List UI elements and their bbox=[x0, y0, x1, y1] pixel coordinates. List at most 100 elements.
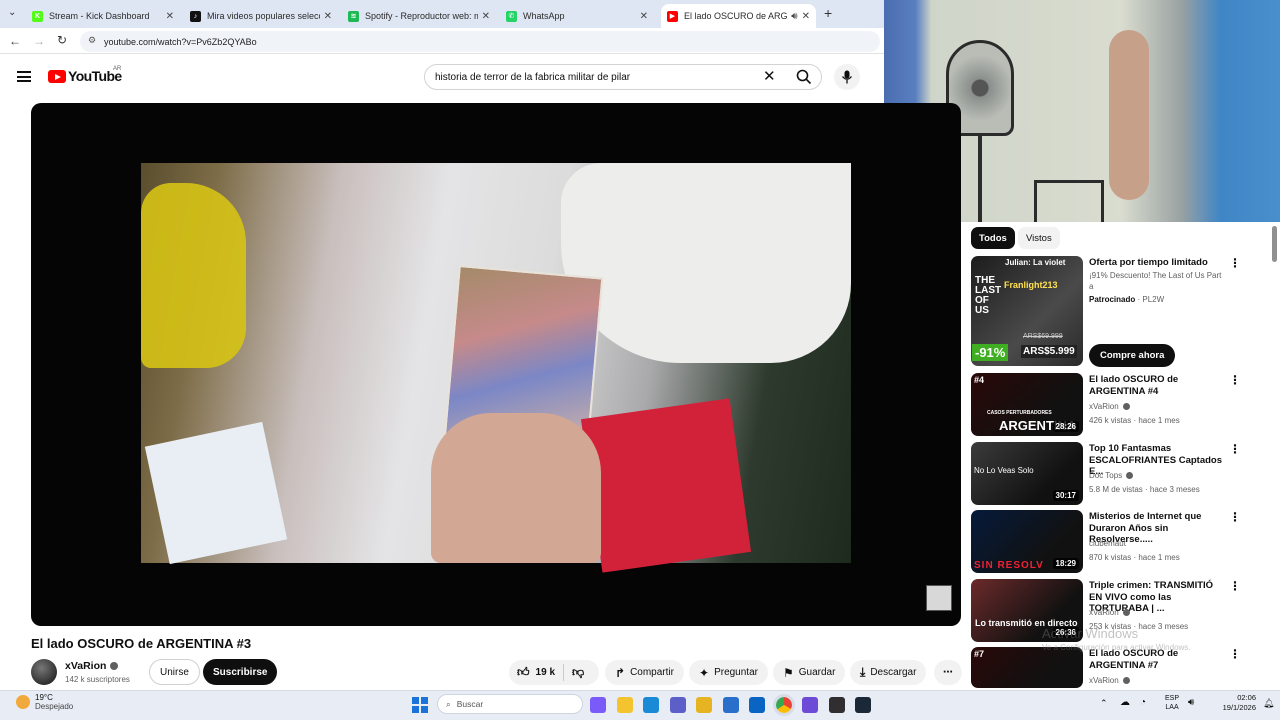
ad-overlay-text-2: Franlight213 bbox=[1004, 280, 1058, 290]
sidebar-video-thumbnail[interactable]: #7 bbox=[971, 647, 1083, 688]
store-icon[interactable] bbox=[722, 697, 739, 713]
browser-tab[interactable]: ≋ Spotify - Reproductor web: mú ✕ bbox=[342, 4, 496, 28]
ad-sponsor-label: Patrocinado bbox=[1089, 295, 1136, 304]
video-title: El lado OSCURO de ARGENTINA #3 bbox=[31, 636, 252, 651]
subscribe-button[interactable]: Suscribirse bbox=[203, 659, 278, 685]
sidebar-video-channel[interactable]: xVaRion bbox=[1089, 608, 1130, 617]
sidebar-video-channel[interactable]: Doc Tops bbox=[1089, 471, 1134, 480]
tab-audio-icon[interactable]: 🔊︎ bbox=[791, 11, 797, 22]
like-count: 19 k bbox=[535, 667, 556, 678]
ad-thumbnail[interactable]: Julian: La violet Franlight213 THE LAST … bbox=[971, 256, 1083, 366]
download-button[interactable]: ⤓ Descargar bbox=[850, 660, 927, 685]
reload-icon[interactable]: ↻ bbox=[57, 33, 67, 47]
ad-sponsor-line: Patrocinado · PL2W bbox=[1089, 295, 1164, 304]
sidebar-video-thumbnail[interactable]: SIN RESOLV 18:29 bbox=[971, 510, 1083, 573]
tab-close-icon[interactable]: ✕ bbox=[640, 11, 648, 22]
share-label: Compartir bbox=[630, 667, 674, 678]
sidebar-scrollbar[interactable] bbox=[1272, 226, 1277, 262]
ad-cta-label: Compre ahora bbox=[1100, 350, 1165, 361]
browser-tab[interactable]: ♪ Mira videos populares seleccio ✕ bbox=[184, 4, 338, 28]
channel-avatar[interactable] bbox=[31, 659, 57, 685]
channel-name[interactable]: xVaRion bbox=[65, 660, 119, 672]
teams-icon[interactable] bbox=[669, 697, 686, 713]
sidebar-video-menu-icon[interactable]: ⋮ bbox=[1229, 579, 1241, 593]
tab-close-icon[interactable]: ✕ bbox=[166, 11, 174, 22]
video-frame[interactable] bbox=[141, 163, 851, 573]
volume-icon[interactable]: 🔊︎ bbox=[1188, 697, 1194, 708]
sidebar-video-menu-icon[interactable]: ⋮ bbox=[1229, 510, 1241, 524]
apps-icon[interactable] bbox=[802, 697, 818, 713]
chrome-icon[interactable] bbox=[772, 694, 795, 716]
sidebar-video-menu-icon[interactable]: ⋮ bbox=[1229, 442, 1241, 456]
forward-icon[interactable]: → bbox=[33, 34, 45, 48]
sidebar-video-thumbnail[interactable]: #4 CASOS PERTURBADORES ARGENTINA 28:26 bbox=[971, 373, 1083, 436]
ad-menu-icon[interactable]: ⋮ bbox=[1229, 256, 1241, 270]
clock[interactable]: 02:06 19/1/2026 bbox=[1212, 693, 1256, 713]
channel-watermark[interactable] bbox=[926, 585, 952, 611]
notification-icon[interactable]: 🔔︎ bbox=[1263, 698, 1274, 709]
sidebar-video-title[interactable]: El lado OSCURO de ARGENTINA #4 bbox=[1089, 374, 1224, 397]
url-input[interactable]: ⚙ youtube.com/watch?v=Pv6Zb2QYABo bbox=[80, 31, 880, 52]
sidebar-video-menu-icon[interactable]: ⋮ bbox=[1229, 647, 1241, 661]
chip-vistos[interactable]: Vistos bbox=[1018, 227, 1060, 249]
language-indicator[interactable]: ESP LAA bbox=[1165, 694, 1179, 712]
youtube-logo-icon[interactable] bbox=[48, 70, 66, 83]
ad-description: ¡91% Descuento! The Last of Us Part bbox=[1089, 271, 1222, 280]
tab-close-icon[interactable]: ✕ bbox=[482, 11, 490, 22]
tab-list-chevron-icon[interactable]: ⌄ bbox=[8, 7, 16, 18]
ask-button[interactable]: ✦ Preguntar bbox=[689, 660, 768, 685]
ad-cta-button[interactable]: Compre ahora bbox=[1089, 344, 1176, 367]
network-icon[interactable]: ☁ bbox=[1120, 697, 1130, 708]
language-line-2: LAA bbox=[1165, 704, 1179, 711]
start-button[interactable] bbox=[412, 697, 428, 713]
save-button[interactable]: ⚑ Guardar bbox=[773, 660, 846, 685]
search-button[interactable] bbox=[786, 64, 822, 90]
wifi-icon[interactable]: ◔ bbox=[1140, 697, 1146, 708]
sidebar-video-channel[interactable]: clubemaut bbox=[1089, 539, 1126, 548]
share-button[interactable]: ↱ Compartir bbox=[605, 660, 684, 685]
copilot-icon[interactable] bbox=[590, 697, 606, 713]
subscribe-label: Suscribirse bbox=[213, 666, 268, 678]
ad-title[interactable]: Oferta por tiempo limitado bbox=[1089, 257, 1224, 269]
site-info-icon[interactable]: ⚙ bbox=[88, 35, 96, 46]
weather-widget[interactable]: 19°C Despejado bbox=[16, 693, 73, 711]
join-button[interactable]: Unirse bbox=[149, 659, 200, 685]
sidebar-video-channel-name: clubemaut bbox=[1089, 539, 1126, 548]
download-icon: ⤓ bbox=[860, 665, 866, 679]
sidebar-video-channel[interactable]: xVaRion bbox=[1089, 676, 1130, 685]
clear-search-icon[interactable]: ✕ bbox=[763, 67, 776, 85]
ad-game-logo: THE LAST OF US bbox=[975, 275, 1002, 316]
edge-icon[interactable] bbox=[643, 697, 659, 713]
new-tab-icon[interactable]: + bbox=[824, 5, 832, 21]
sidebar-video-thumbnail[interactable]: No Lo Veas Solo 30:17 bbox=[971, 442, 1083, 505]
voice-search-button[interactable] bbox=[834, 64, 860, 90]
steam-icon[interactable] bbox=[855, 697, 871, 713]
finger-hand bbox=[431, 413, 601, 563]
menu-icon[interactable] bbox=[17, 71, 31, 82]
more-actions-button[interactable]: ⋯ bbox=[934, 660, 962, 685]
tab-close-icon[interactable]: ✕ bbox=[802, 11, 810, 22]
outlook-icon[interactable] bbox=[749, 697, 765, 713]
activation-line-1: Activar Windows bbox=[1042, 626, 1139, 641]
back-icon[interactable]: ← bbox=[9, 34, 21, 48]
paper-scrap bbox=[144, 421, 288, 565]
sidebar-video-channel[interactable]: xVaRion bbox=[1089, 402, 1130, 411]
taskbar-search[interactable]: ⌕ Buscar bbox=[437, 694, 583, 714]
file-explorer-icon[interactable] bbox=[616, 697, 633, 713]
sidebar-video-menu-icon[interactable]: ⋮ bbox=[1229, 373, 1241, 387]
bookmark-icon: ⚑ bbox=[783, 665, 794, 680]
sidebar-video-meta: 426 k vistas · hace 1 mes bbox=[1089, 416, 1180, 425]
obs-icon[interactable] bbox=[828, 697, 845, 713]
browser-tab[interactable]: ✆ WhatsApp ✕ bbox=[500, 4, 654, 28]
like-dislike-group: 👍︎ 19 k 👎︎ bbox=[509, 660, 599, 685]
browser-tab[interactable]: ▶ El lado OSCURO de ARGEN🔊︎ ✕ bbox=[661, 4, 816, 28]
chip-todos[interactable]: Todos bbox=[971, 227, 1015, 249]
browser-tab[interactable]: K Stream - Kick Dashboard ✕ bbox=[26, 4, 180, 28]
folder-icon[interactable] bbox=[696, 697, 712, 713]
verified-icon bbox=[110, 662, 119, 670]
like-button[interactable]: 👍︎ 19 k bbox=[509, 664, 565, 681]
tab-close-icon[interactable]: ✕ bbox=[324, 11, 332, 22]
tray-chevron-icon[interactable]: ⌃ bbox=[1100, 698, 1108, 709]
dislike-button[interactable]: 👎︎ bbox=[564, 665, 592, 680]
thumb-text: No Lo Veas Solo bbox=[974, 466, 1034, 475]
